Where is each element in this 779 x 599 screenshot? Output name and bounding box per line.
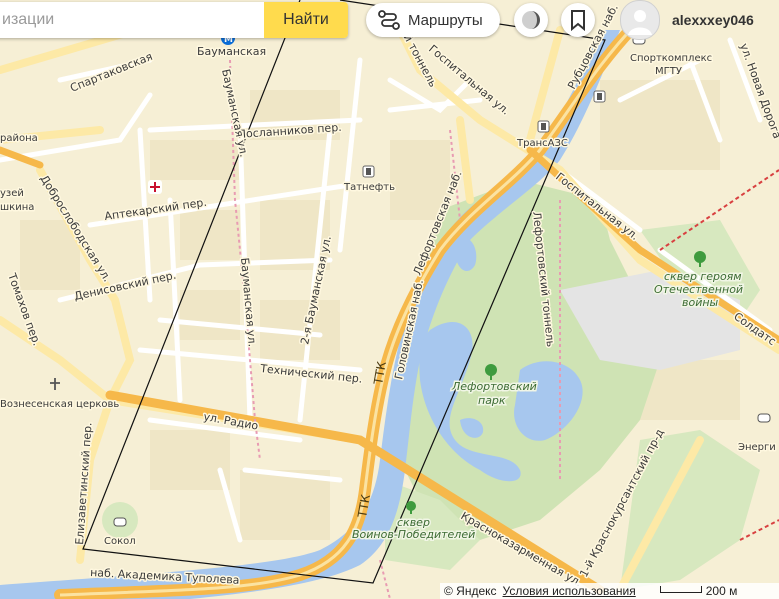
user-icon [628,10,652,35]
scale-bar-line [659,585,702,593]
avatar[interactable] [620,0,660,40]
bookmarks-button[interactable] [561,3,595,37]
sport-icon[interactable] [757,413,771,423]
poi-label: узей [0,188,24,199]
poi-label: Татнефть [343,182,395,193]
park-label: сквер героям [664,270,742,283]
poi-label: Сокол [104,536,136,547]
sport-icon[interactable] [113,517,127,527]
gas-station-icon[interactable] [362,165,375,178]
park-label: Лефортовский [451,380,537,393]
search-bar: Найти [0,2,348,38]
hospital-icon[interactable] [148,180,162,194]
gas-station-icon[interactable] [537,120,550,133]
user-menu[interactable]: alexxxey046 [620,0,754,40]
poi-label: района [0,133,38,144]
routes-button[interactable]: Маршруты [366,3,500,37]
poi-label: Энерги [738,442,776,453]
map-footer: © Яндекс Условия использования 200 м [440,583,779,599]
metro-station-label: Бауманская [197,45,266,58]
find-button[interactable]: Найти [264,2,348,38]
routes-label: Маршруты [408,11,483,29]
park-label: Отечественной [654,283,743,296]
gas-station-icon[interactable] [593,90,606,103]
park-label: парк [478,394,506,407]
poi-label: МГТУ [655,66,682,77]
scale-label: 200 м [705,584,738,598]
routes-icon [378,10,400,30]
park-label: войны [682,296,719,309]
search-input[interactable] [0,2,264,38]
poi-label: Спорткомплекс [630,53,712,64]
poi-label: ТрансАЗС [516,138,568,149]
username: alexxxey046 [672,12,754,28]
scale-bar: 200 м [656,584,738,598]
layers-icon [522,11,540,29]
poi-label: шкина [0,202,34,213]
map-canvas[interactable]: M Бауманская Спартаковская Доброслободск… [0,0,779,599]
terms-link[interactable]: Условия использования [503,584,636,598]
copyright-text: © Яндекс [444,584,497,598]
poi-label: Вознесенская церковь [0,399,119,410]
park-label: Воинов-Победителей [352,528,475,541]
layers-button[interactable] [514,3,548,37]
bookmark-icon [571,10,585,31]
